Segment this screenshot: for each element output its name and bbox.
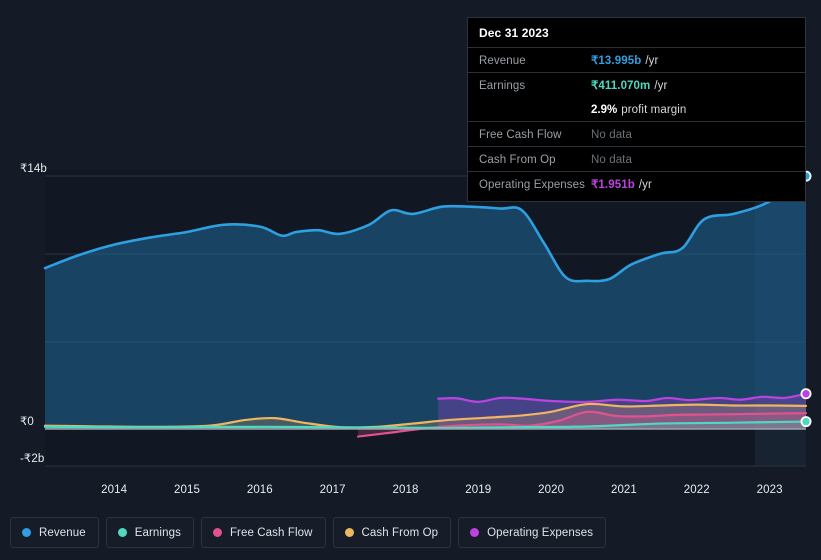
legend-item-label: Free Cash Flow <box>230 527 313 539</box>
tooltip-row-suffix: /yr <box>645 55 658 67</box>
tooltip-row-value: ₹13.995b <box>591 55 641 67</box>
legend-item-label: Earnings <box>135 527 181 539</box>
tooltip-row-value-wrap: 2.9% profit margin <box>591 100 686 118</box>
endpoint-marker-earnings <box>801 417 810 426</box>
tooltip-row-suffix: /yr <box>639 179 652 191</box>
legend-item-revenue[interactable]: Revenue <box>10 517 99 548</box>
x-axis-tick-label: 2021 <box>611 484 637 496</box>
x-axis-tick-label: 2017 <box>320 484 346 496</box>
x-axis-tick-label: 2023 <box>757 484 783 496</box>
y-axis-tick-label: ₹0 <box>20 414 34 428</box>
y-axis-tick-label: -₹2b <box>20 451 44 465</box>
tooltip-row: Earnings₹411.070m/yr <box>468 72 805 97</box>
tooltip-row-value-wrap: No data <box>591 150 632 168</box>
tooltip-row: Operating Expenses₹1.951b/yr <box>468 171 805 196</box>
tooltip-row-label: Free Cash Flow <box>479 129 591 141</box>
tooltip-row-label: Revenue <box>479 55 591 67</box>
tooltip-row-value-wrap: No data <box>591 125 632 143</box>
x-axis-tick-label: 2015 <box>174 484 200 496</box>
x-axis-tick-label: 2019 <box>465 484 491 496</box>
tooltip-row-label: Earnings <box>479 80 591 92</box>
legend-item-label: Revenue <box>39 527 86 539</box>
tooltip-row-label: Cash From Op <box>479 154 591 166</box>
legend-color-dot-icon <box>213 528 222 537</box>
tooltip-row-suffix: profit margin <box>621 104 686 116</box>
x-axis-tick-label: 2020 <box>538 484 564 496</box>
legend-color-dot-icon <box>118 528 127 537</box>
tooltip-row-value-wrap: ₹13.995b/yr <box>591 51 658 69</box>
legend-color-dot-icon <box>470 528 479 537</box>
tooltip-row-value: 2.9% <box>591 104 617 116</box>
tooltip-rows: Revenue₹13.995b/yrEarnings₹411.070m/yr2.… <box>468 47 805 196</box>
tooltip-row-value-wrap: ₹1.951b/yr <box>591 175 652 193</box>
x-axis-tick-label: 2014 <box>101 484 127 496</box>
legend-color-dot-icon <box>345 528 354 537</box>
tooltip-row-suffix: /yr <box>654 80 667 92</box>
legend-item-earnings[interactable]: Earnings <box>106 517 194 548</box>
x-axis-tick-label: 2022 <box>684 484 710 496</box>
financial-chart: ₹14b ₹0 -₹2b 2014 2015 2016 2017 2018 2019 2020 2… <box>0 0 821 560</box>
legend-item-free-cash-flow[interactable]: Free Cash Flow <box>201 517 326 548</box>
tooltip-row: Cash From OpNo data <box>468 146 805 171</box>
tooltip-row-value: ₹411.070m <box>591 80 650 92</box>
legend-item-cash-from-op[interactable]: Cash From Op <box>333 517 452 548</box>
legend-item-operating-expenses[interactable]: Operating Expenses <box>458 517 606 548</box>
endpoint-marker-operating-expenses <box>801 389 810 398</box>
legend-item-label: Cash From Op <box>362 527 439 539</box>
tooltip-date: Dec 31 2023 <box>468 25 805 47</box>
tooltip-row: 2.9% profit margin <box>468 97 805 121</box>
tooltip-row: Free Cash FlowNo data <box>468 121 805 146</box>
x-axis-tick-label: 2016 <box>247 484 273 496</box>
tooltip-row-value: ₹1.951b <box>591 179 635 191</box>
data-tooltip: Dec 31 2023 Revenue₹13.995b/yrEarnings₹4… <box>467 17 806 202</box>
y-axis-tick-label: ₹14b <box>20 161 47 175</box>
legend-color-dot-icon <box>22 528 31 537</box>
tooltip-row-value-wrap: ₹411.070m/yr <box>591 76 667 94</box>
tooltip-row-value: No data <box>591 129 632 141</box>
x-axis-tick-label: 2018 <box>392 484 418 496</box>
tooltip-row-value: No data <box>591 154 632 166</box>
legend-item-label: Operating Expenses <box>487 527 593 539</box>
chart-legend[interactable]: Revenue Earnings Free Cash Flow Cash From O… <box>10 517 606 548</box>
tooltip-row-label: Operating Expenses <box>479 179 591 191</box>
tooltip-row: Revenue₹13.995b/yr <box>468 47 805 72</box>
